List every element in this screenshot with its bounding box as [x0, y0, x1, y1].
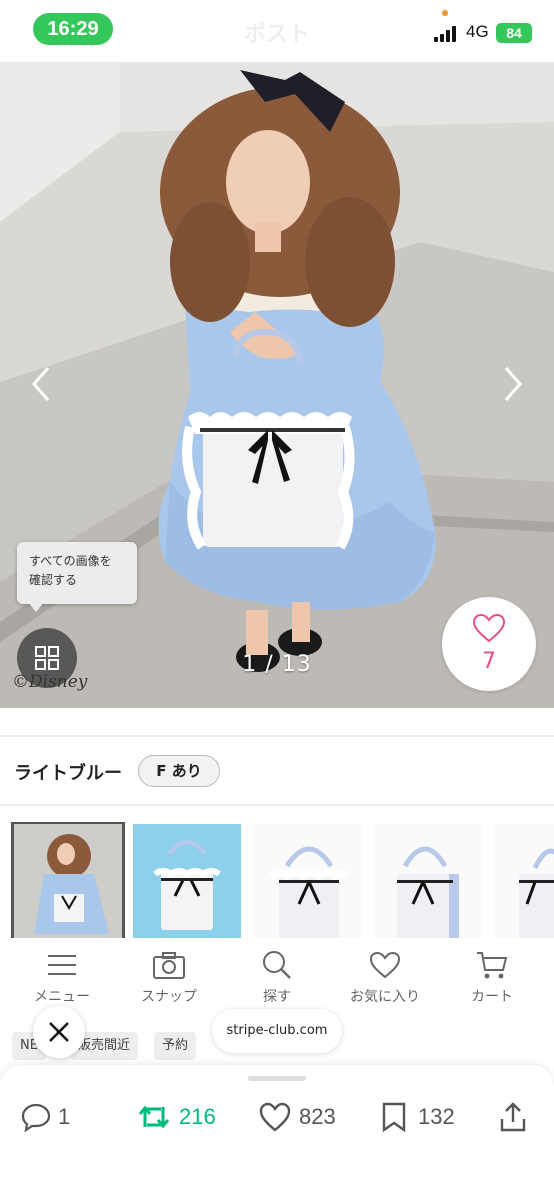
thumbnail-5[interactable]	[495, 824, 554, 938]
heart-icon	[369, 951, 401, 979]
battery-icon: 84	[496, 23, 532, 43]
signal-icon	[434, 26, 456, 42]
next-image-icon[interactable]	[498, 362, 528, 406]
search-icon	[263, 951, 291, 979]
divider	[0, 735, 554, 737]
thumbnail-4[interactable]	[375, 824, 483, 938]
thumbnail-2[interactable]	[133, 824, 241, 938]
thumbnail-3[interactable]	[255, 824, 363, 938]
bookmark-icon	[382, 1102, 406, 1133]
thumbnail-1[interactable]	[11, 822, 125, 938]
previous-image-icon[interactable]	[26, 362, 56, 406]
privacy-indicator-dot	[442, 10, 448, 16]
color-name: ライトブルー	[14, 763, 122, 784]
thumbnail-strip[interactable]	[0, 822, 554, 938]
repost-count: 216	[179, 1104, 216, 1129]
close-icon	[49, 1022, 69, 1042]
repost-icon	[138, 1105, 170, 1129]
close-button[interactable]	[33, 1006, 85, 1058]
reply-count: 1	[58, 1104, 71, 1129]
thumbnail-image	[255, 824, 363, 938]
nav-menu-label: メニュー	[34, 989, 90, 1005]
thumbnail-image	[495, 824, 554, 938]
share-button[interactable]	[498, 1101, 530, 1133]
tooltip-line2: 確認する	[29, 573, 78, 587]
nav-snap-label: スナップ	[141, 989, 197, 1005]
thumbnail-image	[133, 824, 241, 938]
tooltip-tail	[28, 602, 44, 612]
like-count: 823	[299, 1104, 336, 1129]
product-image-carousel[interactable]: すべての画像を 確認する ©Disney 1 / 13 7	[0, 62, 554, 708]
nav-snap[interactable]: スナップ	[119, 950, 219, 1006]
like-button[interactable]: 823	[258, 1101, 348, 1133]
cart-icon	[477, 952, 508, 979]
size-badge[interactable]: F あり	[138, 755, 220, 787]
nav-favorites-label: お気に入り	[350, 989, 420, 1005]
bookmark-button[interactable]: 132	[380, 1101, 470, 1133]
favorite-button[interactable]: 7	[442, 597, 536, 691]
repost-button[interactable]: 216	[137, 1101, 227, 1133]
thumbnail-image	[14, 824, 122, 938]
reply-icon	[21, 1103, 51, 1133]
divider	[0, 804, 554, 806]
menu-icon	[48, 955, 76, 975]
nav-favorites[interactable]: お気に入り	[335, 950, 435, 1006]
nav-cart-label: カート	[471, 989, 513, 1005]
reply-button[interactable]: 1	[20, 1101, 80, 1133]
network-type: 4G	[466, 22, 489, 41]
status-bar: 16:29 ポスト 4G 84	[0, 0, 554, 62]
tooltip-line1: すべての画像を	[29, 554, 112, 568]
favorite-count: 7	[482, 649, 496, 674]
sheet-handle[interactable]	[248, 1076, 306, 1081]
post-action-bar: 1 216 823 132	[0, 1065, 554, 1199]
camera-icon	[153, 952, 185, 979]
tag-preorder[interactable]: 予約	[154, 1032, 197, 1060]
nav-search[interactable]: 探す	[227, 950, 327, 1006]
nav-menu[interactable]: メニュー	[12, 950, 112, 1006]
bookmark-count: 132	[418, 1104, 455, 1129]
nav-search-label: 探す	[263, 989, 291, 1005]
view-all-images-tooltip: すべての画像を 確認する	[17, 542, 137, 604]
heart-icon	[259, 1102, 291, 1132]
heart-icon	[472, 613, 506, 643]
thumbnail-image	[375, 824, 483, 938]
share-icon	[500, 1102, 526, 1132]
nav-cart[interactable]: カート	[442, 950, 542, 1006]
url-pill[interactable]: stripe-club.com	[212, 1009, 342, 1053]
